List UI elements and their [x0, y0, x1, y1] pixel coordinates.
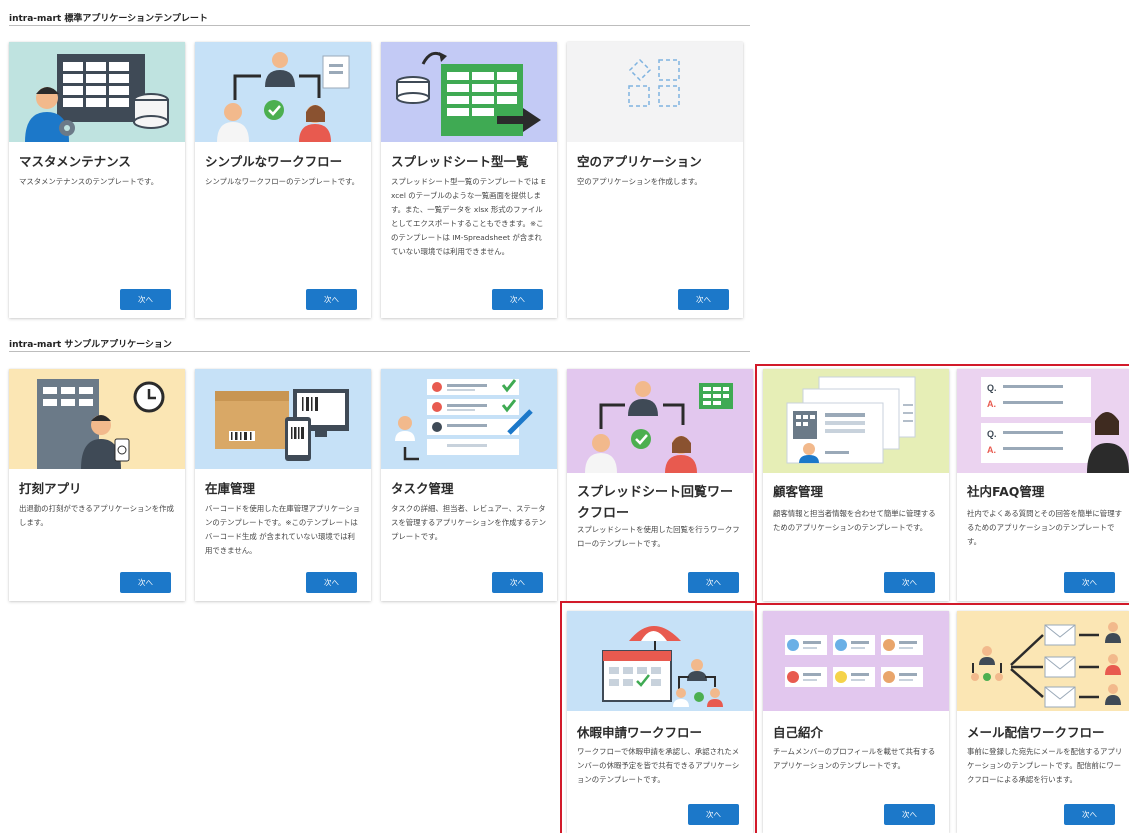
workflow-illustration [195, 42, 371, 142]
card-title: 自己紹介 [773, 725, 824, 740]
card-faq-management[interactable]: Q. A. Q. A. 社内FAQ管理 社内でよくある質問とその回答を簡単に管理… [957, 369, 1129, 601]
card-spreadsheet-workflow[interactable]: スプレッドシート回覧ワークフロー スプレッドシートを使用した回覧を行うワークフロ… [567, 369, 753, 601]
next-button[interactable]: 次へ [1064, 804, 1115, 825]
faq-a-label: A. [987, 399, 996, 409]
customer-illustration [763, 369, 949, 473]
timecard-illustration [9, 369, 185, 469]
card-spreadsheet-list[interactable]: スプレッドシート型一覧 スプレッドシート型一覧のテンプレートでは Excel の… [381, 42, 557, 318]
card-description: シンプルなワークフローのテンプレートです。 [205, 177, 360, 186]
spreadsheet-workflow-illustration [567, 369, 753, 473]
next-button[interactable]: 次へ [1064, 572, 1115, 593]
card-description: タスクの詳細、担当者、レビュアー、ステータスを管理するアプリケーションを作成する… [391, 504, 547, 541]
next-button[interactable]: 次へ [492, 572, 543, 593]
card-master-maintenance[interactable]: マスタメンテナンス マスタメンテナンスのテンプレートです。 次へ [9, 42, 185, 318]
self-intro-illustration [763, 611, 949, 711]
next-button[interactable]: 次へ [678, 289, 729, 310]
next-button[interactable]: 次へ [884, 572, 935, 593]
card-title: 顧客管理 [773, 484, 824, 499]
section-title-standard: intra-mart 標準アプリケーションテンプレート [9, 14, 208, 24]
inventory-illustration [195, 369, 371, 469]
card-title: スプレッドシート回覧ワークフロー [577, 485, 734, 521]
card-simple-workflow[interactable]: シンプルなワークフロー シンプルなワークフローのテンプレートです。 次へ [195, 42, 371, 318]
next-button[interactable]: 次へ [688, 804, 739, 825]
empty-app-illustration [567, 42, 743, 142]
card-title: 打刻アプリ [19, 481, 82, 496]
card-description: バーコードを使用した在庫管理アプリケーションのテンプレートです。※このテンプレー… [205, 504, 361, 555]
section-divider [9, 351, 750, 352]
faq-q-label: Q. [987, 383, 997, 393]
card-title: マスタメンテナンス [19, 154, 131, 169]
card-timecard[interactable]: 打刻アプリ 出退勤の打刻ができるアプリケーションを作成します。 次へ [9, 369, 185, 601]
card-inventory[interactable]: 在庫管理 バーコードを使用した在庫管理アプリケーションのテンプレートです。※この… [195, 369, 371, 601]
card-title: タスク管理 [391, 481, 454, 496]
card-vacation-workflow[interactable]: 休暇申請ワークフロー ワークフローで休暇申請を承認し、承認されたメンバーの休暇予… [567, 611, 753, 833]
section-divider [9, 25, 750, 26]
card-title: 在庫管理 [205, 481, 256, 496]
next-button[interactable]: 次へ [120, 572, 171, 593]
card-task-management[interactable]: タスク管理 タスクの詳細、担当者、レビュアー、ステータスを管理するアプリケーショ… [381, 369, 557, 601]
card-description: 出退勤の打刻ができるアプリケーションを作成します。 [19, 504, 174, 527]
card-customer-management[interactable]: 顧客管理 顧客情報と担当者情報を合わせて簡単に管理するためのアプリケーションのテ… [763, 369, 949, 601]
card-empty-application[interactable]: 空のアプリケーション 空のアプリケーションを作成します。 次へ [567, 42, 743, 318]
card-description: スプレッドシート型一覧のテンプレートでは Excel のテーブルのような一覧画面… [391, 177, 546, 256]
next-button[interactable]: 次へ [884, 804, 935, 825]
card-description: 顧客情報と担当者情報を合わせて簡単に管理するためのアプリケーションのテンプレート… [773, 509, 936, 532]
card-title: 社内FAQ管理 [967, 484, 1045, 499]
card-description: マスタメンテナンスのテンプレートです。 [19, 177, 159, 186]
card-title: スプレッドシート型一覧 [391, 154, 529, 169]
card-description: 事前に登録した宛先にメールを配信するアプリケーションのテンプレートです。配信前に… [967, 747, 1123, 784]
next-button[interactable]: 次へ [120, 289, 171, 310]
faq-q-label: Q. [987, 429, 997, 439]
card-description: 社内でよくある質問とその回答を簡単に管理するためのアプリケーションのテンプレート… [967, 509, 1122, 546]
master-maintenance-illustration [9, 42, 185, 142]
next-button[interactable]: 次へ [306, 572, 357, 593]
next-button[interactable]: 次へ [492, 289, 543, 310]
card-title: 休暇申請ワークフロー [577, 725, 703, 740]
faq-illustration: Q. A. Q. A. [957, 369, 1129, 473]
spreadsheet-illustration [381, 42, 557, 142]
task-illustration [381, 369, 557, 469]
card-title: メール配信ワークフロー [967, 725, 1105, 740]
card-description: ワークフローで休暇申請を承認し、承認されたメンバーの休暇予定を皆で共有できるアプ… [577, 747, 740, 784]
vacation-illustration [567, 611, 753, 711]
card-mail-workflow[interactable]: メール配信ワークフロー 事前に登録した宛先にメールを配信するアプリケーションのテ… [957, 611, 1129, 833]
section-title-sample: intra-mart サンプルアプリケーション [9, 340, 172, 350]
faq-a-label: A. [987, 445, 996, 455]
card-description: 空のアプリケーションを作成します。 [577, 177, 702, 186]
next-button[interactable]: 次へ [688, 572, 739, 593]
card-title: シンプルなワークフロー [205, 154, 343, 169]
mail-workflow-illustration [957, 611, 1129, 711]
card-description: チームメンバーのプロフィールを載せて共有するアプリケーションのテンプレートです。 [773, 747, 936, 770]
card-self-introduction[interactable]: 自己紹介 チームメンバーのプロフィールを載せて共有するアプリケーションのテンプレ… [763, 611, 949, 833]
card-title: 空のアプリケーション [577, 154, 702, 169]
next-button[interactable]: 次へ [306, 289, 357, 310]
card-description: スプレッドシートを使用した回覧を行うワークフローのテンプレートです。 [577, 525, 740, 548]
